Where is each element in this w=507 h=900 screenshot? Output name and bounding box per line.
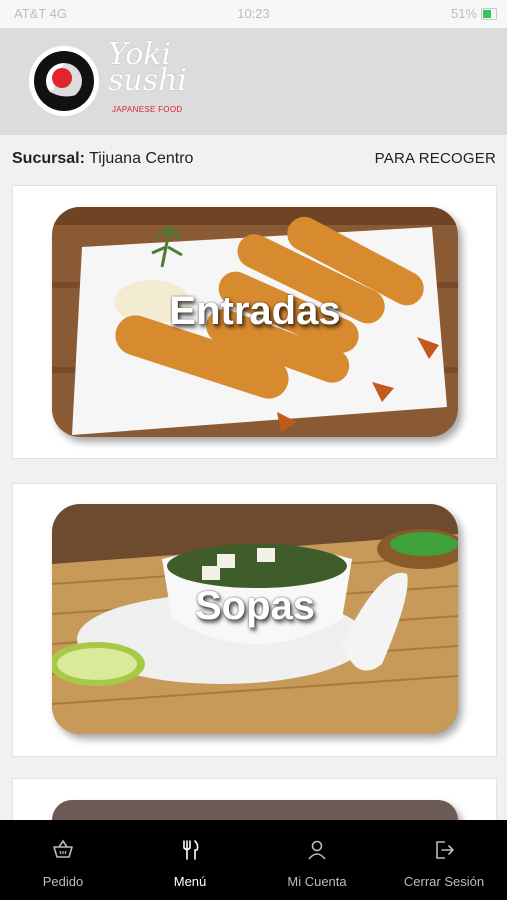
tab-cerrar-sesion[interactable]: Cerrar Sesión bbox=[381, 820, 507, 900]
bottom-tab-bar: Pedido Menú Mi Cuenta Cerrar Sesión bbox=[0, 820, 507, 900]
battery-icon bbox=[481, 8, 497, 20]
branch-info-bar: Sucursal: Tijuana Centro PARA RECOGER bbox=[0, 135, 507, 175]
tab-pedido[interactable]: Pedido bbox=[0, 820, 126, 900]
brand-logo-text: Yoki sushi bbox=[108, 37, 188, 98]
battery-text: 51% bbox=[450, 6, 477, 21]
tab-label: Cerrar Sesión bbox=[403, 874, 485, 889]
tab-label: Mi Cuenta bbox=[287, 874, 347, 889]
branch-value: Tijuana Centro bbox=[89, 150, 194, 167]
logout-icon bbox=[436, 841, 454, 859]
sushi-logo-icon bbox=[29, 46, 99, 116]
category-card-entradas[interactable]: Entradas bbox=[12, 185, 497, 459]
user-icon bbox=[308, 840, 326, 860]
branch-text[interactable]: Sucursal: Tijuana Centro bbox=[12, 150, 193, 168]
tab-menu[interactable]: Menú bbox=[127, 820, 253, 900]
basket-icon bbox=[53, 839, 73, 858]
entradas-image[interactable]: Entradas bbox=[52, 207, 458, 437]
sopas-image[interactable]: Sopas bbox=[52, 504, 458, 734]
brand-subtitle: JAPANESE FOOD bbox=[112, 105, 183, 114]
category-title: Entradas bbox=[169, 289, 341, 333]
tab-mi-cuenta[interactable]: Mi Cuenta bbox=[254, 820, 380, 900]
clock-text: 10:23 bbox=[237, 6, 270, 21]
status-bar: AT&T 4G 10:23 51% bbox=[0, 0, 507, 28]
order-mode-button[interactable]: PARA RECOGER bbox=[375, 150, 496, 167]
category-card-sopas[interactable]: Sopas bbox=[12, 483, 497, 757]
tab-label: Pedido bbox=[42, 874, 84, 889]
cutlery-icon bbox=[183, 840, 199, 860]
category-title: Sopas bbox=[194, 584, 316, 628]
tab-label: Menú bbox=[173, 874, 207, 889]
branch-label: Sucursal: bbox=[12, 150, 85, 167]
